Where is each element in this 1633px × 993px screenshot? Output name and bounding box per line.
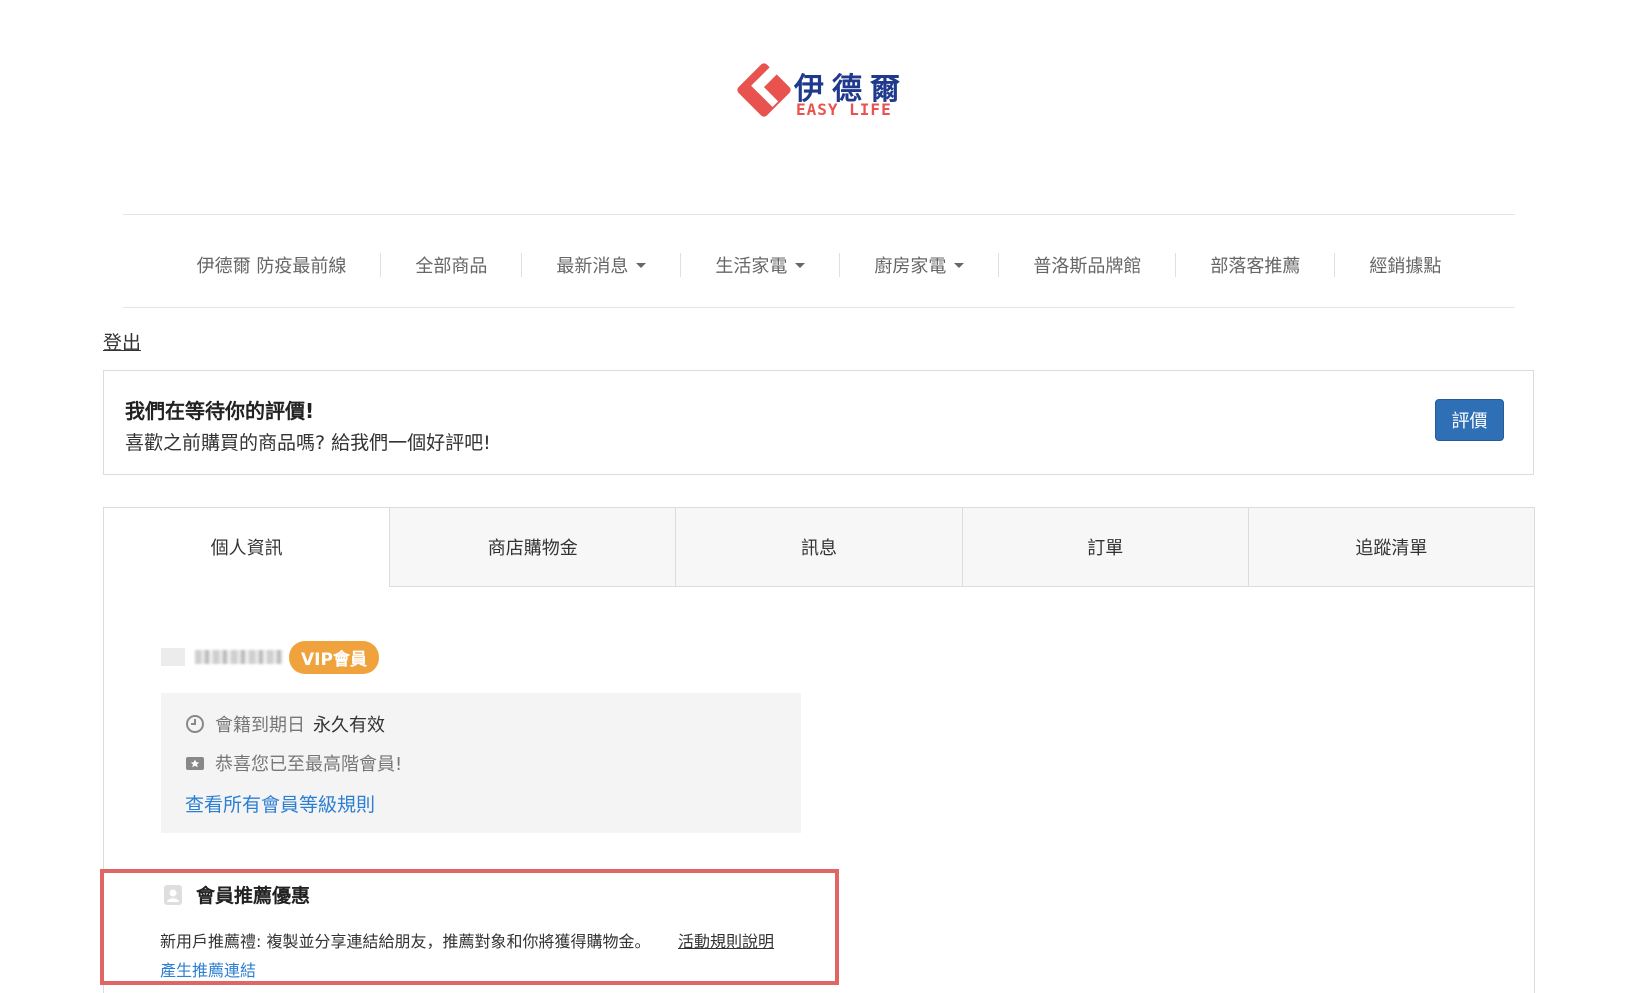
expiry-value: 永久有效: [313, 715, 385, 736]
tab-profile[interactable]: 個人資訊: [104, 508, 390, 587]
tier-row: 恭喜您已至最高階會員!: [185, 750, 402, 776]
review-description: 喜歡之前購買的商品嗎? 給我們一個好評吧!: [125, 432, 491, 454]
nav-label: 普洛斯品牌館: [1033, 256, 1142, 277]
caret-down-icon: [954, 262, 965, 268]
generate-referral-link[interactable]: 產生推薦連結: [160, 957, 256, 981]
nav-item-home-appliances[interactable]: 生活家電: [681, 253, 841, 277]
membership-info: 會籍到期日 永久有效 恭喜您已至最高階會員! 查看所有會員等級規則: [161, 693, 801, 833]
avatar: [161, 648, 185, 666]
clock-icon: [186, 715, 204, 733]
nav-item-kitchen-appliances[interactable]: 廚房家電: [840, 253, 1000, 277]
referral-title: 會員推薦優惠: [196, 885, 311, 907]
nav-item-dealers[interactable]: 經銷據點: [1335, 253, 1475, 277]
membership-rules-link[interactable]: 查看所有會員等級規則: [185, 790, 375, 817]
nav-label: 生活家電: [715, 256, 788, 277]
referral-header: 會員推薦優惠: [162, 881, 310, 908]
caret-down-icon: [636, 262, 647, 268]
logo-mark-icon: [737, 63, 791, 117]
logout-link[interactable]: 登出: [103, 328, 141, 355]
referral-section: 會員推薦優惠 新用戶推薦禮: 複製並分享連結給朋友，推薦對象和你將獲得購物金。 …: [100, 869, 839, 985]
member-name-blurred: [195, 650, 283, 664]
referral-description: 新用戶推薦禮: 複製並分享連結給朋友，推薦對象和你將獲得購物金。: [160, 932, 651, 951]
expiry-label: 會籍到期日: [215, 715, 305, 736]
member-card-icon: [164, 884, 182, 905]
referral-rules-link[interactable]: 活動規則說明: [678, 928, 774, 952]
vip-badge: VIP會員: [289, 640, 379, 674]
review-prompt: 我們在等待你的評價! 喜歡之前購買的商品嗎? 給我們一個好評吧! 評價: [103, 370, 1534, 475]
review-title: 我們在等待你的評價!: [125, 399, 315, 423]
caret-down-icon: [795, 262, 806, 268]
main-nav: 伊德爾 防疫最前線 全部商品 最新消息 生活家電 廚房家電 普洛斯品牌館 部落客…: [123, 240, 1515, 290]
tier-message: 恭喜您已至最高階會員!: [215, 754, 403, 775]
tab-wishlist[interactable]: 追蹤清單: [1247, 508, 1535, 587]
review-button[interactable]: 評價: [1435, 399, 1504, 441]
nav-label: 伊德爾 防疫最前線: [196, 256, 347, 277]
nav-item-news[interactable]: 最新消息: [522, 253, 682, 277]
member-header: VIP會員: [161, 640, 379, 674]
nav-item-blogger[interactable]: 部落客推薦: [1176, 253, 1336, 277]
tab-orders[interactable]: 訂單: [961, 508, 1248, 587]
brand-logo[interactable]: 伊德爾 EASY LIFE: [736, 60, 906, 124]
logo-english-text: EASY LIFE: [796, 100, 892, 119]
tab-messages[interactable]: 訊息: [675, 508, 962, 587]
nav-bottom-divider: [123, 307, 1515, 308]
nav-item-epidemic[interactable]: 伊德爾 防疫最前線: [163, 253, 382, 277]
nav-label: 廚房家電: [874, 256, 947, 277]
tab-store-credit[interactable]: 商店購物金: [389, 508, 676, 587]
nav-label: 最新消息: [556, 256, 629, 277]
nav-label: 部落客推薦: [1210, 256, 1301, 277]
nav-label: 經銷據點: [1369, 256, 1442, 277]
nav-label: 全部商品: [415, 256, 488, 277]
star-card-icon: [186, 757, 204, 770]
nav-top-divider: [123, 214, 1515, 215]
expiry-row: 會籍到期日 永久有效: [185, 711, 385, 737]
nav-item-brand-hall[interactable]: 普洛斯品牌館: [999, 253, 1177, 277]
account-tabs: 個人資訊 商店購物金 訊息 訂單 追蹤清單: [104, 508, 1535, 587]
nav-item-all-products[interactable]: 全部商品: [381, 253, 523, 277]
